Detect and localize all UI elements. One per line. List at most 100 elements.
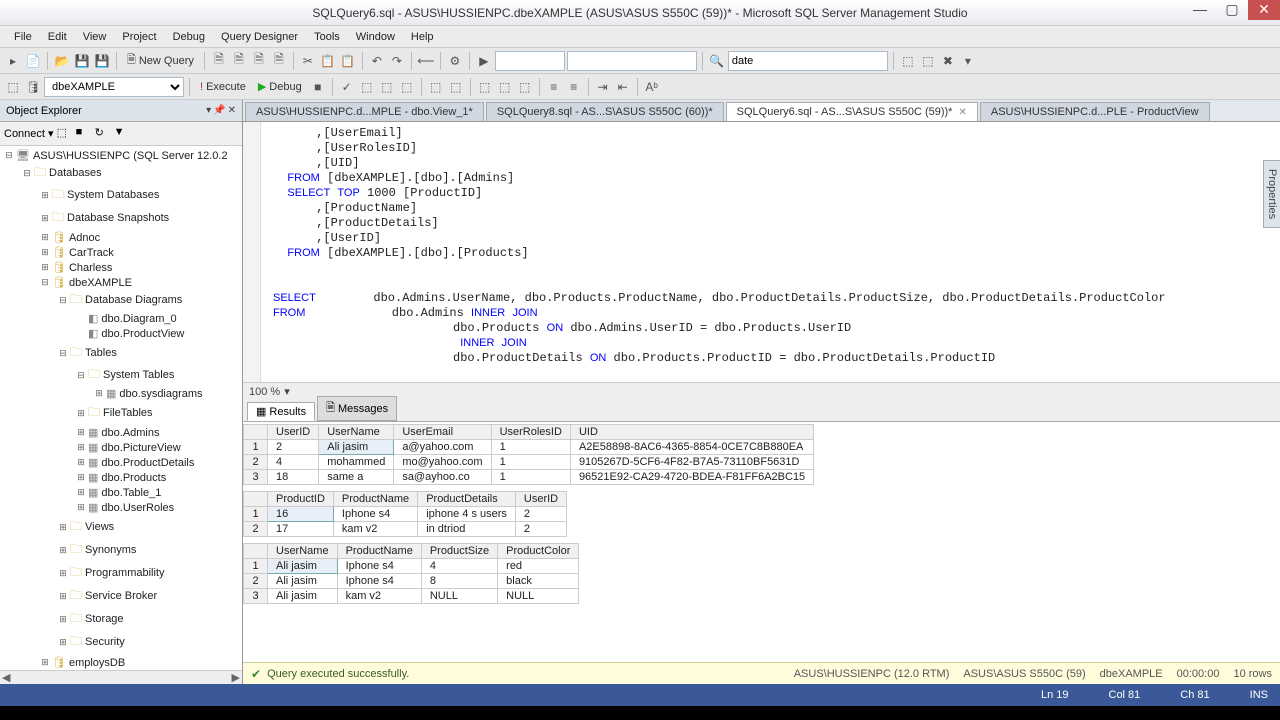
close-tab-icon[interactable]: ✕ [958,107,966,118]
properties-tab[interactable]: Properties [1263,160,1280,228]
tbl-productdetails: dbo.ProductDetails [88,456,194,469]
tab-query8[interactable]: SQLQuery8.sql - AS...S\ASUS S550C (60))* [486,102,724,121]
disconnect-icon[interactable]: ⬚ [57,126,73,142]
start-icon[interactable]: ▶ [475,52,493,70]
results-pane[interactable]: UserIDUserNameUserEmailUserRolesIDUID12A… [243,422,1280,662]
tab-productview[interactable]: ASUS\HUSSIENPC.d...PLE - ProductView [980,102,1210,121]
solution-config-combo[interactable] [495,51,565,71]
oe-dropdown-icon[interactable]: ▾ [206,105,211,116]
zoom-level[interactable]: 100 % [249,386,280,398]
save-all-icon[interactable]: 💾 [93,52,111,70]
change-conn-icon[interactable]: ⬚ [4,78,22,96]
find-icon[interactable]: 🔍 [708,52,726,70]
object-explorer-panel: Object Explorer ▾📌✕ Connect ▾ ⬚ ■ ↻ ▼ ⊟A… [0,100,243,684]
nav-back-icon[interactable]: ⟵ [417,52,435,70]
solution-platform-combo[interactable] [567,51,697,71]
debug-button[interactable]: ▶Debug [253,79,307,94]
results-tab[interactable]: ▦Results [247,402,315,421]
object-explorer-tree[interactable]: ⊟ASUS\HUSSIENPC (SQL Server 12.0.2 ⊟Data… [0,146,242,670]
find-combo[interactable] [728,51,888,71]
tb-x3-icon[interactable]: ✖ [939,52,957,70]
indent-icon[interactable]: ⇥ [594,78,612,96]
redo-icon[interactable]: ↷ [388,52,406,70]
menu-debug[interactable]: Debug [165,29,213,45]
tab-view1[interactable]: ASUS\HUSSIENPC.d...MPLE - dbo.View_1* [245,102,484,121]
status-col: Col 81 [1109,689,1141,701]
undo-icon[interactable]: ↶ [368,52,386,70]
comment-icon[interactable]: ≡ [545,78,563,96]
maximize-button[interactable]: ▢ [1216,0,1248,20]
cut-icon[interactable]: ✂ [299,52,317,70]
refresh-icon[interactable]: ↻ [95,126,111,142]
menu-file[interactable]: File [6,29,40,45]
filter-icon[interactable]: ▼ [114,126,130,142]
messages-tab[interactable]: 🗎Messages [317,396,397,421]
tb-x2-icon[interactable]: ⬚ [919,52,937,70]
new-file-icon[interactable]: 📄 [24,52,42,70]
sql-editor[interactable]: ,[UserEmail] ,[UserRolesID] ,[UID] FROM … [243,122,1280,382]
menu-bar: File Edit View Project Debug Query Desig… [0,26,1280,48]
server-node: ASUS\HUSSIENPC (SQL Server 12.0.2 [16,149,228,162]
copy-icon[interactable]: 📋 [319,52,337,70]
app-status-bar: Ln 19 Col 81 Ch 81 INS [0,684,1280,706]
activity-icon[interactable]: ⚙ [446,52,464,70]
available-db-icon[interactable]: 🛢 [24,78,42,96]
tbl-products: dbo.Products [88,471,166,484]
intellisense-icon[interactable]: ⬚ [398,78,416,96]
stop-icon[interactable]: ■ [76,126,92,142]
new-project-icon[interactable]: ▸ [4,52,22,70]
tb-icon-1[interactable]: 🗎 [210,52,228,70]
menu-project[interactable]: Project [114,29,164,45]
minimize-button[interactable]: — [1184,0,1216,20]
menu-window[interactable]: Window [348,29,403,45]
databases-node: Databases [34,163,102,184]
results-grid-2[interactable]: ProductIDProductNameProductDetailsUserID… [243,491,567,537]
object-explorer-title: Object Explorer [6,105,82,117]
estimated-plan-icon[interactable]: ⬚ [358,78,376,96]
results-file-icon[interactable]: ⬚ [516,78,534,96]
tb-icon-2[interactable]: 🗎 [230,52,248,70]
results-grid-icon[interactable]: ⬚ [496,78,514,96]
execute-button[interactable]: !Execute [195,80,251,94]
document-tabs: ASUS\HUSSIENPC.d...MPLE - dbo.View_1* SQ… [243,100,1280,122]
menu-query-designer[interactable]: Query Designer [213,29,306,45]
oe-close-icon[interactable]: ✕ [228,105,236,116]
menu-edit[interactable]: Edit [40,29,75,45]
results-text-icon[interactable]: ⬚ [476,78,494,96]
open-icon[interactable]: 📂 [53,52,71,70]
connect-button[interactable]: Connect ▾ [4,127,54,140]
close-button[interactable]: ✕ [1248,0,1280,20]
menu-help[interactable]: Help [403,29,442,45]
results-grid-3[interactable]: UserNameProductNameProductSizeProductCol… [243,543,579,604]
results-grid-1[interactable]: UserIDUserNameUserEmailUserRolesIDUID12A… [243,424,814,485]
oe-pin-icon[interactable]: 📌 [213,105,225,116]
db-cartrack: CarTrack [52,246,114,259]
programmability-node: Programmability [70,563,164,584]
database-selector[interactable]: dbeXAMPLE [44,77,184,97]
tb-x4-icon[interactable]: ▾ [959,52,977,70]
include-stats-icon[interactable]: ⬚ [447,78,465,96]
tb-icon-4[interactable]: 🗎 [270,52,288,70]
stop-icon[interactable]: ■ [309,78,327,96]
security-node: Security [70,632,125,653]
uncomment-icon[interactable]: ≡ [565,78,583,96]
status-server: ASUS\HUSSIENPC (12.0 RTM) [794,668,950,680]
tb-icon-3[interactable]: 🗎 [250,52,268,70]
status-message: Query executed successfully. [267,668,409,680]
parse-icon[interactable]: ✓ [338,78,356,96]
oe-hscrollbar[interactable]: ◀▶ [0,670,242,684]
paste-icon[interactable]: 📋 [339,52,357,70]
tbl-pictureview: dbo.PictureView [88,441,181,454]
save-icon[interactable]: 💾 [73,52,91,70]
tab-query6[interactable]: SQLQuery6.sql - AS...S\ASUS S550C (59))*… [726,102,978,121]
views-node: Views [70,517,114,538]
include-plan-icon[interactable]: ⬚ [427,78,445,96]
query-status-bar: ✔Query executed successfully. ASUS\HUSSI… [243,662,1280,684]
new-query-button[interactable]: 🗎New Query [122,50,199,71]
outdent-icon[interactable]: ⇤ [614,78,632,96]
menu-view[interactable]: View [75,29,115,45]
menu-tools[interactable]: Tools [306,29,348,45]
specify-values-icon[interactable]: Aᵇ [643,78,661,96]
tb-x1-icon[interactable]: ⬚ [899,52,917,70]
query-options-icon[interactable]: ⬚ [378,78,396,96]
